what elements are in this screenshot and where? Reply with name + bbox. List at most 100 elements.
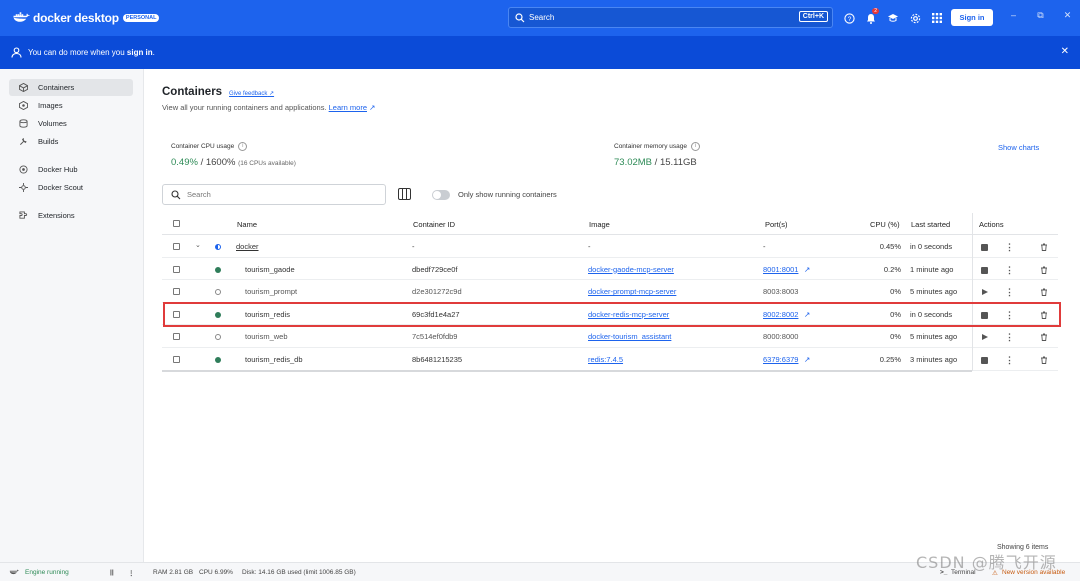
column-header-image[interactable]: Image (589, 220, 610, 229)
column-header-last-started[interactable]: Last started (911, 220, 950, 229)
containers-icon (17, 83, 29, 92)
table-row[interactable]: tourism_web 7c514ef0fdb9 docker-tourism_… (162, 325, 1058, 348)
learning-center-icon[interactable] (882, 10, 904, 26)
settings-icon[interactable] (904, 10, 926, 26)
container-image-link[interactable]: docker-gaode-mcp-server (588, 265, 674, 274)
container-last-started: 5 minutes ago (910, 287, 958, 297)
help-icon[interactable]: ? (838, 10, 860, 26)
sidebar-item-docker-hub[interactable]: Docker Hub (9, 161, 133, 178)
more-options-icon[interactable]: ⋮ (1005, 242, 1014, 253)
close-window-icon[interactable]: ✕ (1054, 10, 1080, 21)
column-header-container-id[interactable]: Container ID (413, 220, 455, 229)
delete-icon[interactable] (1040, 333, 1048, 342)
sidebar-item-label: Docker Scout (38, 183, 84, 192)
stop-icon[interactable] (981, 266, 988, 274)
give-feedback-link[interactable]: Give feedback ↗ (229, 90, 274, 97)
more-options-icon[interactable]: ⋮ (1005, 287, 1014, 298)
title-bar: docker desktop PERSONAL Search Ctrl+K ? … (0, 0, 1080, 36)
select-all-checkbox[interactable] (173, 220, 180, 227)
banner-sign-in-link[interactable]: sign in (127, 48, 153, 57)
actions-column-divider (972, 213, 973, 371)
search-placeholder: Search (187, 190, 211, 199)
table-row[interactable]: tourism_redis_db 8b6481215235 redis:7.4.… (162, 348, 1058, 371)
container-name[interactable]: docker (236, 242, 259, 251)
row-checkbox[interactable] (173, 356, 180, 363)
row-checkbox[interactable] (173, 243, 180, 250)
row-checkbox[interactable] (173, 333, 180, 341)
column-header-name[interactable]: Name (237, 220, 257, 229)
apps-grid-icon[interactable] (926, 10, 948, 26)
container-ports-link[interactable]: 6379:6379 (763, 355, 798, 364)
play-icon[interactable] (982, 334, 988, 341)
delete-icon[interactable] (1040, 266, 1048, 274)
row-checkbox[interactable] (173, 288, 180, 296)
columns-icon[interactable] (398, 188, 411, 200)
container-name[interactable]: tourism_web (245, 332, 288, 341)
container-last-started: 3 minutes ago (910, 355, 958, 364)
container-image-link[interactable]: docker-tourism_assistant (588, 332, 671, 341)
stop-icon[interactable] (981, 244, 988, 251)
row-checkbox[interactable] (173, 265, 180, 273)
extensions-icon (17, 211, 29, 220)
more-options-icon[interactable]: ⋮ (128, 569, 135, 577)
memory-used: 73.02MB (614, 157, 653, 168)
learn-more-link[interactable]: Learn more (329, 103, 367, 112)
pause-icon[interactable]: || (110, 569, 114, 576)
disk-usage: Disk: 14.16 GB used (limit 1006.85 GB) (242, 569, 356, 576)
external-link-icon: ↗ (369, 103, 376, 112)
table-bottom-border (162, 370, 972, 372)
sidebar-item-builds[interactable]: Builds (9, 133, 133, 150)
sidebar-item-volumes[interactable]: Volumes (9, 115, 133, 132)
more-options-icon[interactable]: ⋮ (1005, 265, 1014, 276)
info-icon[interactable]: i (238, 142, 248, 151)
sidebar-item-label: Docker Hub (38, 165, 78, 174)
container-ports: 8000:8000 (763, 332, 799, 342)
info-icon[interactable]: i (690, 142, 700, 151)
column-header-cpu[interactable]: CPU (%) (870, 220, 900, 229)
banner-text-suffix: . (152, 48, 155, 57)
cpu-used: 0.49% (171, 157, 198, 168)
docker-whale-icon (9, 569, 19, 575)
running-only-toggle[interactable] (432, 190, 450, 200)
bell-icon[interactable]: 2 (860, 8, 882, 26)
container-ports-link[interactable]: 8001:8001 (763, 265, 798, 274)
close-icon[interactable]: ✕ (1061, 46, 1069, 57)
global-search[interactable]: Search Ctrl+K (508, 7, 833, 28)
sign-in-button[interactable]: Sign in (951, 9, 993, 26)
play-icon[interactable] (982, 289, 988, 296)
sidebar-item-extensions[interactable]: Extensions (9, 207, 133, 224)
delete-icon[interactable] (1040, 356, 1048, 364)
global-search-label: Search (529, 13, 555, 22)
maximize-icon[interactable]: ⧉ (1027, 10, 1054, 21)
sidebar-item-images[interactable]: Images (9, 97, 133, 114)
more-options-icon[interactable]: ⋮ (1005, 355, 1014, 366)
column-header-ports[interactable]: Port(s) (765, 220, 788, 229)
container-name[interactable]: tourism_prompt (245, 287, 297, 296)
top-icons: ? 2 (838, 8, 948, 26)
more-options-icon[interactable]: ⋮ (1005, 332, 1014, 343)
search-icon (171, 189, 181, 199)
delete-icon[interactable] (1040, 288, 1048, 297)
sidebar-item-containers[interactable]: Containers (9, 79, 133, 96)
docker-scout-icon (17, 183, 29, 192)
table-row[interactable]: tourism_prompt d2e301272c9d docker-promp… (162, 280, 1058, 303)
sidebar-item-label: Builds (38, 137, 59, 146)
stop-icon[interactable] (981, 357, 988, 364)
sidebar-item-docker-scout[interactable]: Docker Scout (9, 179, 133, 196)
minimize-icon[interactable]: – (1000, 10, 1027, 21)
chevron-down-icon[interactable]: ⌄ (195, 241, 201, 249)
delete-icon[interactable] (1040, 243, 1048, 251)
container-name[interactable]: tourism_redis_db (245, 355, 303, 364)
sidebar: Containers Images Volumes Builds Docker … (0, 69, 144, 562)
container-name[interactable]: tourism_gaode (245, 265, 295, 274)
engine-status[interactable]: Engine running (25, 569, 69, 576)
table-row[interactable]: ⌄ docker - - - 0.45% in 0 seconds ⋮ (162, 235, 1058, 258)
container-search-input[interactable]: Search (162, 184, 386, 205)
container-id: dbedf729ce0f (412, 264, 458, 274)
banner-text: You can do more when you sign in. (28, 48, 155, 57)
container-ports: - (763, 242, 766, 251)
table-row[interactable]: tourism_gaode dbedf729ce0f docker-gaode-… (162, 258, 1058, 281)
container-image-link[interactable]: docker-prompt-mcp-server (588, 287, 676, 296)
container-image-link[interactable]: redis:7.4.5 (588, 355, 623, 364)
show-charts-button[interactable]: Show charts (998, 143, 1039, 152)
